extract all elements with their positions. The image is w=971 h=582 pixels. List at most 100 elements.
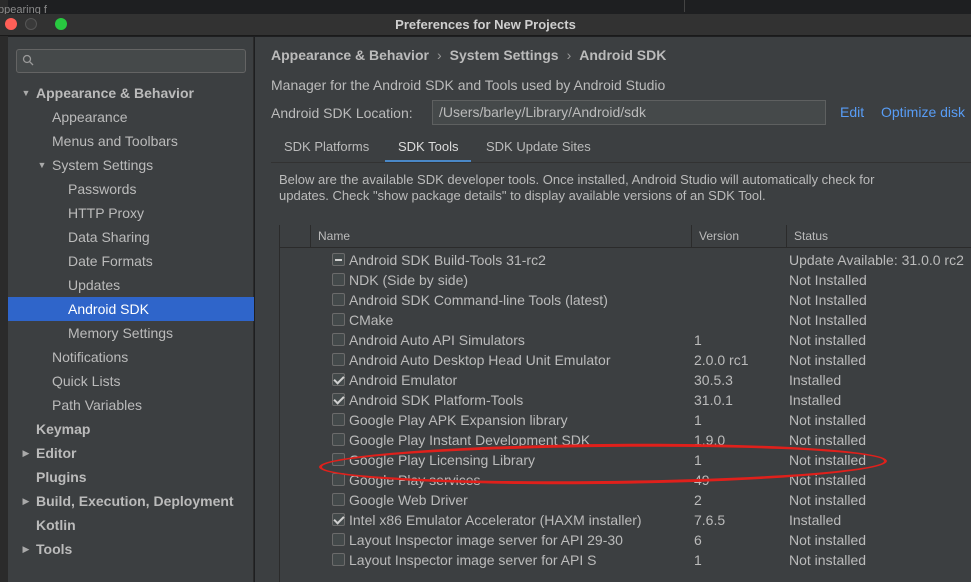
row-status: Not installed xyxy=(789,532,867,548)
sdk-location-label: Android SDK Location: xyxy=(271,105,413,121)
sidebar-item[interactable]: Memory Settings xyxy=(8,321,254,345)
page-description: Manager for the Android SDK and Tools us… xyxy=(271,77,666,93)
table-row[interactable]: NDK (Side by side) Not Installed xyxy=(280,270,971,290)
table-row[interactable]: CMake Not Installed xyxy=(280,310,971,330)
tab-sdk-update-sites[interactable]: SDK Update Sites xyxy=(473,133,604,163)
sidebar-item-label: Appearance & Behavior xyxy=(36,85,194,101)
row-checkbox[interactable] xyxy=(332,353,345,366)
row-checkbox[interactable] xyxy=(332,513,345,526)
sidebar-item-label: Editor xyxy=(36,445,77,461)
sidebar-item[interactable]: ▶ Tools xyxy=(8,537,254,561)
expand-arrow-icon[interactable]: ▼ xyxy=(36,153,48,177)
sidebar-item[interactable]: Android SDK xyxy=(8,297,254,321)
row-status: Not Installed xyxy=(789,272,867,288)
row-checkbox[interactable] xyxy=(332,333,345,346)
row-name: Android SDK Build-Tools 31-rc2 xyxy=(349,252,546,268)
row-checkbox[interactable] xyxy=(332,253,345,266)
row-name: Android Auto API Simulators xyxy=(349,332,525,348)
sidebar-item-label: Date Formats xyxy=(68,253,153,269)
table-row[interactable]: Google Web Driver 2 Not installed xyxy=(280,490,971,510)
row-status: Not installed xyxy=(789,552,867,568)
row-name: Google Web Driver xyxy=(349,492,468,508)
sdk-tools-table: Name Version Status Android SDK Build-To… xyxy=(279,225,971,582)
sidebar-item[interactable]: Data Sharing xyxy=(8,225,254,249)
row-name: Layout Inspector image server for API S xyxy=(349,552,597,568)
row-status: Update Available: 31.0.0 rc2 xyxy=(789,252,964,268)
tab-sdk-platforms[interactable]: SDK Platforms xyxy=(271,133,382,163)
row-status: Not installed xyxy=(789,352,867,368)
row-checkbox[interactable] xyxy=(332,373,345,386)
sidebar-item[interactable]: ▼ System Settings xyxy=(8,153,254,177)
breadcrumb-separator: › xyxy=(566,47,572,63)
sidebar-item[interactable]: Passwords xyxy=(8,177,254,201)
collapse-arrow-icon[interactable]: ▶ xyxy=(20,489,32,513)
row-status: Installed xyxy=(789,372,842,388)
sidebar-item-label: Build, Execution, Deployment xyxy=(36,493,234,509)
sidebar-item[interactable]: Updates xyxy=(8,273,254,297)
table-row[interactable]: Layout Inspector image server for API S 1… xyxy=(280,550,971,570)
collapse-arrow-icon[interactable]: ▶ xyxy=(20,537,32,561)
sidebar-item[interactable]: ▼ Appearance & Behavior xyxy=(8,81,254,105)
sidebar-item[interactable]: Kotlin xyxy=(8,513,254,537)
row-checkbox[interactable] xyxy=(332,473,345,486)
settings-tree: ▼ Appearance & Behavior Appearance Menus an… xyxy=(8,81,254,561)
row-checkbox[interactable] xyxy=(332,313,345,326)
column-header-status[interactable]: Status xyxy=(786,225,971,248)
row-checkbox[interactable] xyxy=(332,553,345,566)
sidebar-item[interactable]: Notifications xyxy=(8,345,254,369)
table-row[interactable]: Layout Inspector image server for API 29… xyxy=(280,530,971,550)
row-status: Not installed xyxy=(789,412,867,428)
table-row[interactable]: Google Play APK Expansion library 1 Not in… xyxy=(280,410,971,430)
settings-search-input[interactable] xyxy=(16,49,246,73)
table-row[interactable]: Android Emulator 30.5.3 Installed xyxy=(280,370,971,390)
breadcrumb-item: Android SDK xyxy=(579,47,667,63)
edit-link[interactable]: Edit xyxy=(840,104,864,120)
tab-sdk-tools[interactable]: SDK Tools xyxy=(385,133,472,163)
row-checkbox[interactable] xyxy=(332,293,345,306)
row-checkbox[interactable] xyxy=(332,273,345,286)
sidebar-item[interactable]: Keymap xyxy=(8,417,254,441)
optimize-disk-link[interactable]: Optimize disk xyxy=(881,104,965,120)
row-status: Not Installed xyxy=(789,312,867,328)
collapse-arrow-icon[interactable]: ▶ xyxy=(20,441,32,465)
table-header: Name Version Status xyxy=(280,225,971,248)
row-name: Google Play APK Expansion library xyxy=(349,412,568,428)
row-checkbox[interactable] xyxy=(332,533,345,546)
row-name: Android Auto Desktop Head Unit Emulator xyxy=(349,352,611,368)
background-window: ppearing f xyxy=(0,0,47,582)
title-bar: Preferences for New Projects xyxy=(0,14,971,36)
sidebar-item[interactable]: Date Formats xyxy=(8,249,254,273)
sidebar-item-label: Appearance xyxy=(52,109,128,125)
row-checkbox[interactable] xyxy=(332,393,345,406)
table-row[interactable]: Android SDK Build-Tools 31-rc2 Update Ava… xyxy=(280,250,971,270)
column-header-version[interactable]: Version xyxy=(691,225,786,248)
sidebar-item[interactable]: Path Variables xyxy=(8,393,254,417)
sidebar-item[interactable]: Appearance xyxy=(8,105,254,129)
expand-arrow-icon[interactable]: ▼ xyxy=(20,81,32,105)
table-row[interactable]: Android SDK Command-line Tools (latest) N… xyxy=(280,290,971,310)
column-header-name[interactable]: Name xyxy=(310,225,691,248)
row-checkbox[interactable] xyxy=(332,493,345,506)
row-checkbox[interactable] xyxy=(332,413,345,426)
sidebar-item[interactable]: Plugins xyxy=(8,465,254,489)
row-name: NDK (Side by side) xyxy=(349,272,469,288)
row-checkbox[interactable] xyxy=(332,433,345,446)
sidebar-item[interactable]: ▶ Build, Execution, Deployment xyxy=(8,489,254,513)
sidebar-item[interactable]: ▶ Editor xyxy=(8,441,254,465)
table-row[interactable]: Android SDK Platform-Tools 31.0.1 Installe… xyxy=(280,390,971,410)
row-name: Intel x86 Emulator Accelerator (HAXM ins… xyxy=(349,512,642,528)
sidebar-item-label: System Settings xyxy=(52,157,154,173)
row-name: Android Emulator xyxy=(349,372,458,388)
header-checkbox-column xyxy=(280,225,310,248)
table-row[interactable]: Android Auto API Simulators 1 Not installe… xyxy=(280,330,971,350)
table-row[interactable]: Android Auto Desktop Head Unit Emulator 2… xyxy=(280,350,971,370)
sdk-location-field[interactable]: /Users/barley/Library/Android/sdk xyxy=(432,100,826,125)
row-name: Android SDK Platform-Tools xyxy=(349,392,524,408)
sidebar-item[interactable]: HTTP Proxy xyxy=(8,201,254,225)
row-name: CMake xyxy=(349,312,394,328)
row-status: Installed xyxy=(789,512,842,528)
table-row[interactable]: Intel x86 Emulator Accelerator (HAXM ins… xyxy=(280,510,971,530)
sidebar-item[interactable]: Menus and Toolbars xyxy=(8,129,254,153)
sidebar-item[interactable]: Quick Lists xyxy=(8,369,254,393)
tabs-divider xyxy=(271,162,971,163)
